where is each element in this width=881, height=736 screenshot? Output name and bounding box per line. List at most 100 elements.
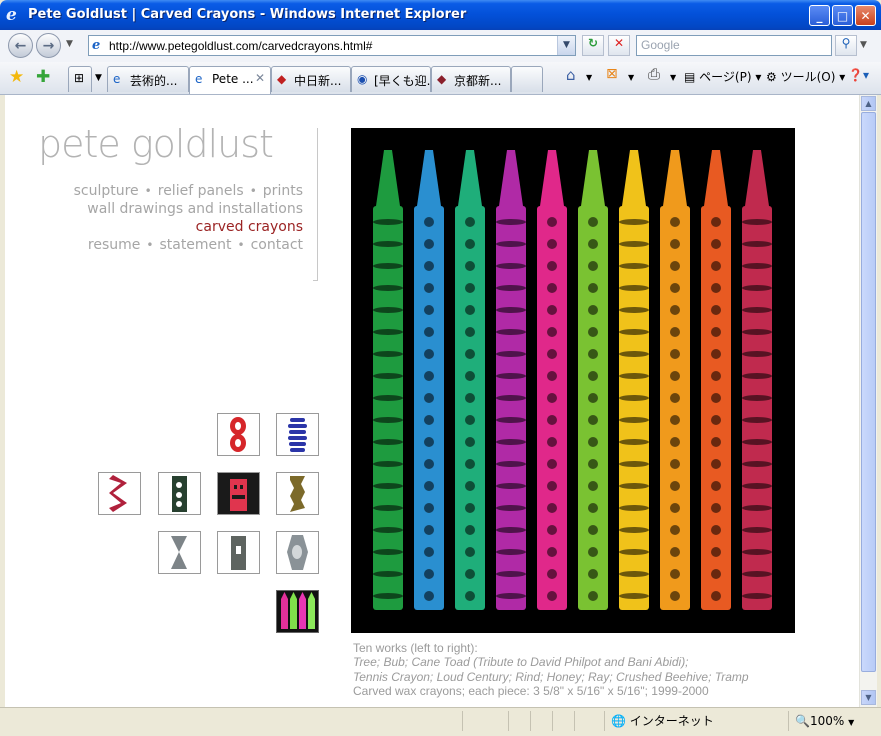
search-options-icon[interactable]: ▼ (860, 40, 867, 50)
nav-wall-drawings[interactable]: wall drawings and installations (87, 201, 303, 217)
crayon-10 (742, 150, 772, 610)
security-zone[interactable]: 🌐 インターネット (604, 711, 795, 731)
stop-button[interactable]: ✕ (608, 35, 630, 56)
status-pane-2 (508, 711, 531, 731)
forward-button[interactable]: → (36, 33, 61, 58)
status-bar: 🌐 インターネット 🔍100% ▼ (0, 707, 881, 736)
feeds-dropdown-icon[interactable]: ▼ (628, 73, 634, 82)
nav-carved-crayons-current[interactable]: carved crayons (196, 219, 303, 235)
crayon-thumbnail-image (288, 418, 307, 452)
back-button[interactable]: ← (8, 33, 33, 58)
search-button[interactable]: ⚲ (835, 35, 857, 56)
nav-row-2: wall drawings and installations (87, 201, 303, 217)
divider-tick (313, 280, 318, 281)
crayon-thumbnail-image (230, 479, 247, 511)
crayon-thumbnail-image (172, 476, 187, 512)
home-icon[interactable]: ⌂ (566, 66, 576, 84)
help-icon[interactable]: ❓▾ (848, 68, 869, 82)
tab-label: Pete ... (212, 72, 254, 86)
add-favorite-icon[interactable]: ✚ (36, 67, 50, 87)
thumbnail-gray-crayon-2[interactable] (217, 531, 260, 574)
zoom-icon: 🔍 (795, 714, 810, 728)
quick-tabs-button[interactable]: ⊞ (68, 66, 92, 92)
tab-list-dropdown-icon[interactable]: ▼ (95, 73, 102, 83)
new-tab-button[interactable] (511, 66, 543, 92)
print-dropdown-icon[interactable]: ▼ (670, 73, 676, 82)
nav-contact[interactable]: contact (251, 237, 303, 253)
tab-4[interactable]: ◉ [早くも迎... (351, 66, 431, 92)
url-text: http://www.petegoldlust.com/carvedcrayon… (109, 39, 373, 53)
history-dropdown-icon[interactable]: ▼ (66, 39, 73, 49)
home-dropdown-icon[interactable]: ▼ (586, 73, 592, 82)
tab-site-icon: ◆ (277, 72, 287, 86)
feeds-icon[interactable]: ⊠ (606, 66, 618, 82)
tab-2-active[interactable]: e Pete ... ✕ (189, 66, 271, 94)
nav-relief-panels[interactable]: relief panels (158, 183, 244, 199)
crayon-thumbnail-image (109, 475, 127, 512)
zoom-control[interactable]: 🔍100% ▼ (788, 711, 881, 731)
address-toolbar: ← → ▼ e http://www.petegoldlust.com/carv… (0, 30, 881, 63)
page-icon: e (92, 38, 101, 53)
vertical-scrollbar[interactable]: ▲ ▼ (859, 95, 877, 707)
refresh-button[interactable]: ↻ (582, 35, 604, 56)
nav-statement[interactable]: statement (159, 237, 231, 253)
tab-5[interactable]: ◆ 京都新... (431, 66, 511, 92)
nav-separator: • (146, 238, 154, 252)
tab-3[interactable]: ◆ 中日新... (271, 66, 351, 92)
crayon-8 (660, 150, 690, 610)
close-button[interactable]: ✕ (855, 5, 876, 26)
print-icon[interactable]: ⎙ (648, 65, 660, 83)
crayon-6 (578, 150, 608, 610)
maximize-button[interactable]: □ (832, 5, 853, 26)
site-title[interactable]: pete goldlust (38, 122, 274, 166)
nav-sculpture[interactable]: sculpture (74, 183, 139, 199)
status-pane-5 (574, 711, 605, 731)
window-title: Pete Goldlust | Carved Crayons - Windows… (28, 7, 467, 22)
nav-separator: • (237, 238, 245, 252)
crayon-thumbnail-image (290, 476, 305, 512)
caption-titles-2: Tennis Crayon; Loud Century; Rind; Honey… (353, 670, 749, 684)
tab-site-icon: ◉ (357, 72, 368, 86)
thumbnail-crimson-crayon[interactable] (98, 472, 141, 515)
thumbnail-dark-green-crayon[interactable] (158, 472, 201, 515)
tab-site-icon: ◆ (437, 72, 447, 86)
nav-row-3: carved crayons (196, 219, 303, 235)
tools-menu[interactable]: ⚙ ツール(O) ▾ (766, 68, 845, 85)
globe-icon: 🌐 (611, 714, 626, 728)
address-field[interactable]: e http://www.petegoldlust.com/carvedcray… (88, 35, 576, 56)
scroll-down-arrow-icon[interactable]: ▼ (861, 690, 876, 705)
thumbnail-neon-crayons[interactable] (276, 590, 319, 633)
zoom-level: 100% (809, 714, 845, 728)
crayon-9 (701, 150, 731, 610)
thumbnail-red-crayon[interactable] (217, 413, 260, 456)
crayon-thumbnail-image (171, 536, 187, 569)
tab-1[interactable]: e 芸術的... (107, 66, 189, 92)
thumbnail-gray-crayon-1[interactable] (158, 531, 201, 574)
tools-menu-label: ツール(O) (780, 70, 836, 84)
crayon-3 (455, 150, 485, 610)
search-icon: ⚲ (841, 36, 851, 50)
crayon-4 (496, 150, 526, 610)
nav-separator: • (144, 184, 152, 198)
thumbnail-olive-crayon[interactable] (276, 472, 319, 515)
zoom-dropdown-icon: ▼ (848, 718, 855, 727)
scroll-thumb[interactable] (861, 112, 876, 672)
thumbnail-blue-crayon[interactable] (276, 413, 319, 456)
minimize-button[interactable]: _ (809, 5, 830, 26)
divider-line (317, 128, 318, 281)
back-arrow-icon: ← (14, 38, 27, 54)
thumbnail-gray-crayon-3[interactable] (276, 531, 319, 574)
favorites-star-icon[interactable]: ★ (9, 67, 24, 87)
crayon-1 (373, 150, 403, 610)
nav-prints[interactable]: prints (263, 183, 303, 199)
tab-label: 芸術的... (130, 74, 178, 88)
close-tab-icon[interactable]: ✕ (255, 71, 265, 85)
address-dropdown-icon[interactable]: ▼ (557, 36, 575, 55)
page-menu[interactable]: ▤ ページ(P) ▾ (684, 68, 761, 85)
search-input[interactable]: Google (636, 35, 832, 56)
nav-resume[interactable]: resume (88, 237, 140, 253)
crayon-thumbnail-image (230, 417, 246, 452)
thumbnail-red-tower-crayon[interactable] (217, 472, 260, 515)
nav-separator: • (249, 184, 257, 198)
scroll-up-arrow-icon[interactable]: ▲ (861, 96, 876, 111)
